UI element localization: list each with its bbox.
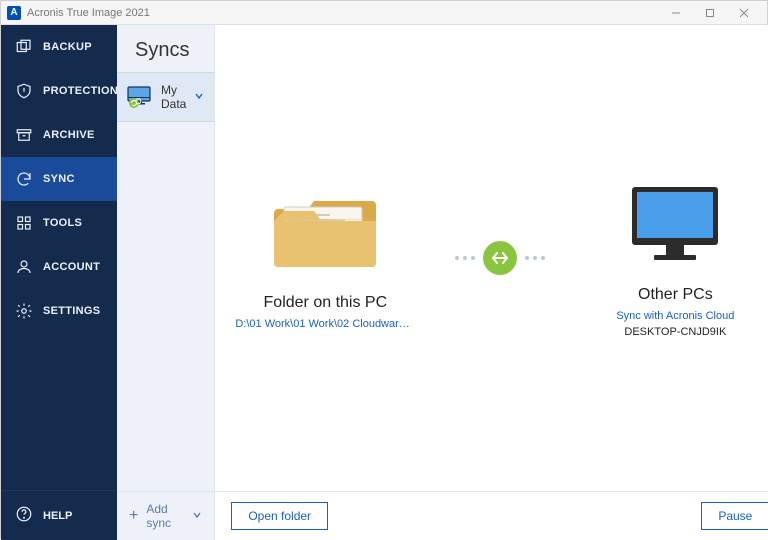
destination-block[interactable]: Other PCs Sync with Acronis Cloud DESKTO… bbox=[585, 179, 765, 338]
syncs-heading: Syncs bbox=[117, 25, 214, 72]
dots-left bbox=[455, 256, 475, 260]
open-folder-button[interactable]: Open folder bbox=[231, 502, 328, 530]
help-icon bbox=[15, 505, 33, 526]
sidebar-item-archive[interactable]: ARCHIVE bbox=[1, 113, 117, 157]
sidebar-item-account[interactable]: ACCOUNT bbox=[1, 245, 117, 289]
sync-item-name: My Data bbox=[161, 83, 186, 111]
sidebar: BACKUP PROTECTION ARCHIVE SYNC TOOLS ACC… bbox=[1, 25, 117, 540]
sidebar-item-tools[interactable]: TOOLS bbox=[1, 201, 117, 245]
user-icon bbox=[15, 258, 33, 276]
sidebar-item-label: SETTINGS bbox=[43, 305, 100, 317]
sidebar-item-label: PROTECTION bbox=[43, 85, 118, 97]
monitor-icon bbox=[620, 179, 730, 272]
sync-list-item[interactable]: My Data bbox=[117, 72, 214, 122]
window-title: Acronis True Image 2021 bbox=[27, 7, 659, 19]
sync-arrows-icon bbox=[483, 241, 517, 275]
title-bar: A Acronis True Image 2021 bbox=[1, 1, 767, 25]
destination-title: Other PCs bbox=[638, 286, 713, 304]
cloud-sync-link[interactable]: Sync with Acronis Cloud bbox=[616, 310, 734, 322]
shield-icon bbox=[15, 82, 33, 100]
add-sync-label: Add sync bbox=[146, 502, 184, 530]
monitor-sync-icon bbox=[127, 86, 153, 108]
sidebar-item-label: BACKUP bbox=[43, 41, 92, 53]
source-path-link[interactable]: D:\01 Work\01 Work\02 Cloudwards\0 Cl... bbox=[235, 318, 415, 330]
sidebar-item-protection[interactable]: PROTECTION bbox=[1, 69, 117, 113]
grid-icon bbox=[15, 214, 33, 232]
pause-button[interactable]: Pause bbox=[701, 502, 768, 530]
sidebar-item-help[interactable]: HELP bbox=[1, 490, 117, 540]
folder-icon bbox=[270, 187, 380, 280]
sync-list-pane: Syncs My Data + Add sync bbox=[117, 25, 215, 540]
sidebar-item-backup[interactable]: BACKUP bbox=[1, 25, 117, 69]
sidebar-item-label: TOOLS bbox=[43, 217, 82, 229]
sync-icon bbox=[15, 170, 33, 188]
sidebar-item-sync[interactable]: SYNC bbox=[1, 157, 117, 201]
close-button[interactable] bbox=[727, 2, 761, 24]
add-sync-button[interactable]: + Add sync bbox=[117, 491, 214, 540]
sync-connector bbox=[455, 241, 545, 275]
sidebar-item-label: SYNC bbox=[43, 173, 75, 185]
sidebar-item-label: ACCOUNT bbox=[43, 261, 100, 273]
main-pane: Folder on this PC D:\01 Work\01 Work\02 … bbox=[215, 25, 768, 540]
device-name: DESKTOP-CNJD9IK bbox=[624, 326, 726, 338]
plus-icon: + bbox=[129, 507, 138, 525]
minimize-button[interactable] bbox=[659, 2, 693, 24]
maximize-button[interactable] bbox=[693, 2, 727, 24]
source-title: Folder on this PC bbox=[264, 294, 388, 312]
source-folder-block[interactable]: Folder on this PC D:\01 Work\01 Work\02 … bbox=[235, 187, 415, 330]
dots-right bbox=[525, 256, 545, 260]
app-logo: A bbox=[7, 6, 21, 20]
archive-icon bbox=[15, 126, 33, 144]
chevron-down-icon[interactable] bbox=[192, 509, 202, 523]
sidebar-item-settings[interactable]: SETTINGS bbox=[1, 289, 117, 333]
sidebar-item-label: HELP bbox=[43, 510, 72, 522]
gear-icon bbox=[15, 302, 33, 320]
chevron-down-icon[interactable] bbox=[194, 90, 204, 104]
main-footer: Open folder Pause bbox=[215, 491, 768, 540]
sidebar-item-label: ARCHIVE bbox=[43, 129, 95, 141]
backup-icon bbox=[15, 38, 33, 56]
